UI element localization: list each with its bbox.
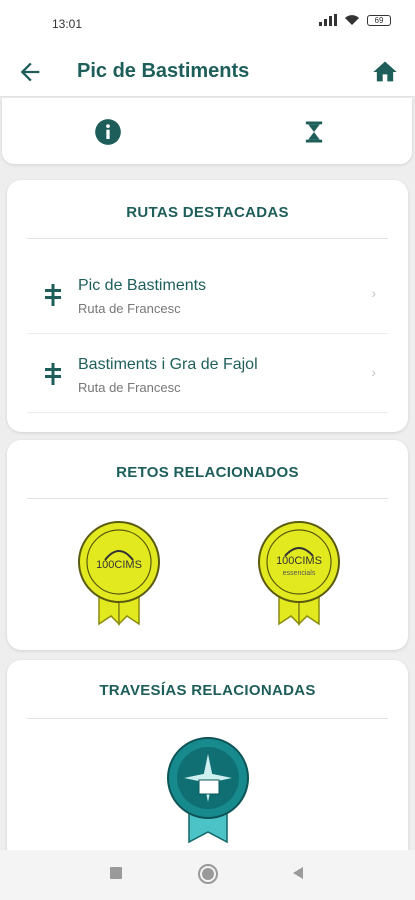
recents-icon[interactable] [108,865,124,881]
featured-routes-heading: RUTAS DESTACADAS [126,204,289,221]
home-icon[interactable] [371,58,399,86]
signpost-icon [45,284,61,306]
challenge-badge-100cims[interactable]: 100CIMS [75,520,163,626]
hourglass-icon[interactable] [300,118,328,146]
compass-map-badge-icon[interactable] [163,736,253,844]
route-name: Pic de Bastiments [78,277,207,294]
badge-text: 100CIMS [276,555,322,567]
route-item[interactable]: Pic de Bastiments Ruta de Francesc › [27,256,388,334]
related-challenges-heading: RETOS RELACIONADOS [116,464,299,481]
status-icons: 69 [319,14,391,26]
route-item[interactable]: Bastiments i Gra de Fajol Ruta de France… [27,335,388,413]
chevron-right-icon: › [371,285,376,301]
divider [27,238,388,239]
page-title: Pic de Bastiments [77,60,250,82]
related-challenges-card: RETOS RELACIONADOS 100CIMS 100CIMS essen… [7,440,408,650]
app-bar: Pic de Bastiments [0,48,415,97]
battery-icon: 69 [367,14,391,26]
route-name: Bastiments i Gra de Fajol [78,356,258,373]
home-circle-icon[interactable] [197,863,219,885]
back-arrow-icon[interactable] [16,58,44,86]
divider [27,412,388,413]
challenge-badge-100cims-essencials[interactable]: 100CIMS essencials [255,520,343,626]
signal-icon [319,14,337,26]
info-icon[interactable] [94,118,122,146]
chevron-right-icon: › [371,364,376,380]
badge-subtext: essencials [283,570,316,577]
divider [27,333,388,334]
route-subtitle: Ruta de Francesc [78,301,181,316]
route-subtitle: Ruta de Francesc [78,380,181,395]
related-crossings-heading: TRAVESÍAS RELACIONADAS [99,682,316,699]
status-bar: 13:01 69 [0,0,415,48]
back-triangle-icon[interactable] [290,865,306,881]
related-crossings-card: TRAVESÍAS RELACIONADAS [7,660,408,880]
status-time: 13:01 [52,17,83,31]
wifi-icon [345,15,359,25]
featured-routes-card: RUTAS DESTACADAS Pic de Bastiments Ruta … [7,180,408,432]
badge-text: 100CIMS [96,559,142,571]
signpost-icon [45,363,61,385]
divider [27,498,388,499]
tab-bar [2,98,412,164]
divider [27,718,388,719]
system-nav-bar [0,850,415,900]
